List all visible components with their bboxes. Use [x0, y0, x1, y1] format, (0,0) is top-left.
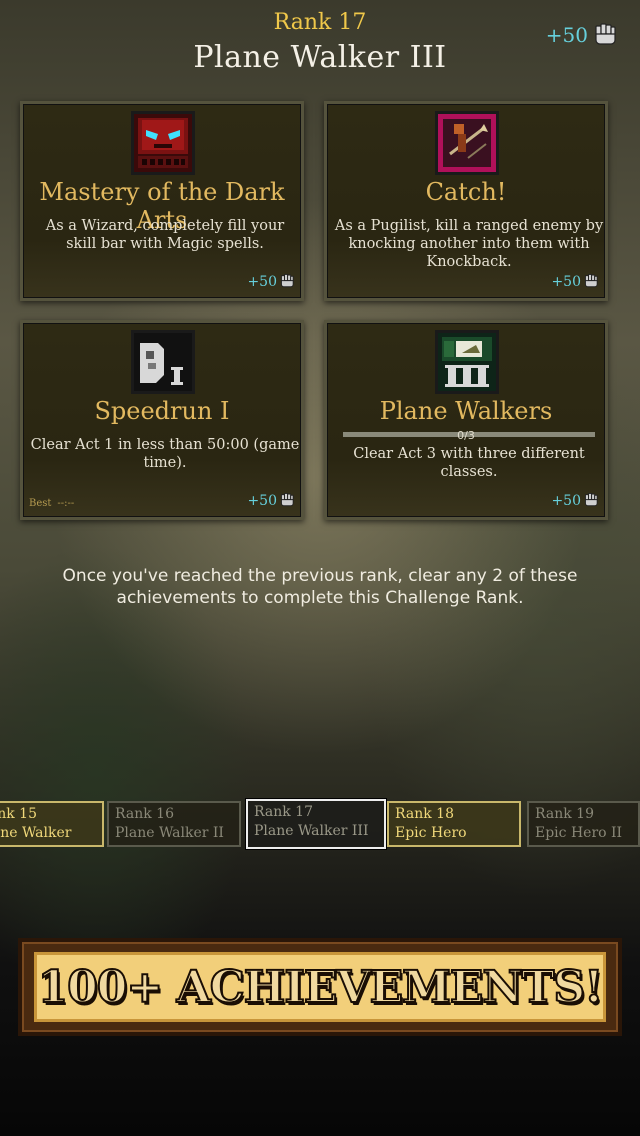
- achievement-reward: +50: [551, 491, 599, 511]
- rank-tile-18[interactable]: Rank 18 Epic Hero: [387, 801, 521, 847]
- best-time-value: --:--: [57, 498, 75, 509]
- best-time: Best --:--: [29, 498, 74, 509]
- rank-tile-number: Rank 19: [535, 806, 594, 822]
- fist-icon: [279, 491, 295, 511]
- achievement-description: Clear Act 1 in less than 50:00 (game tim…: [30, 437, 300, 471]
- fist-icon: [583, 491, 599, 511]
- page-title: Plane Walker III: [193, 40, 447, 75]
- rank-selector: Rank 15 Plane Walker Rank 16 Plane Walke…: [0, 799, 640, 849]
- plane-walker-icon: [435, 330, 499, 394]
- achievement-description: As a Pugilist, kill a ranged enemy by kn…: [334, 218, 604, 270]
- achievement-card[interactable]: Plane Walkers 0/3 Clear Act 3 with three…: [324, 320, 608, 520]
- progress-text: 0/3: [457, 429, 475, 442]
- achievement-reward: +50: [551, 272, 599, 292]
- header-reward-value: +50: [545, 23, 588, 47]
- rank-tile-15[interactable]: Rank 15 Plane Walker: [0, 801, 104, 847]
- arrow-catch-icon: [435, 111, 499, 175]
- rank-tile-number: Rank 18: [395, 806, 454, 822]
- rank-tile-19[interactable]: Rank 19 Epic Hero II: [527, 801, 640, 847]
- rank-tile-16[interactable]: Rank 16 Plane Walker II: [107, 801, 241, 847]
- achievement-reward-value: +50: [551, 274, 581, 290]
- achievement-name: Catch!: [425, 178, 507, 206]
- achievement-name: Speedrun I: [94, 397, 230, 425]
- rank-tile-title: Epic Hero II: [535, 825, 623, 841]
- achievement-reward-value: +50: [551, 493, 581, 509]
- fist-icon: [592, 20, 618, 50]
- achievement-reward-value: +50: [247, 493, 277, 509]
- achievement-card[interactable]: Catch! As a Pugilist, kill a ranged enem…: [324, 101, 608, 301]
- promo-banner-text: 100+ ACHIEVEMENTS!: [37, 961, 605, 1014]
- promo-banner: 100+ ACHIEVEMENTS!: [18, 938, 622, 1036]
- header-reward: +50: [546, 20, 618, 50]
- rank-requirement-text: Once you've reached the previous rank, c…: [62, 566, 578, 608]
- rank-tile-number: Rank 17: [254, 804, 313, 820]
- achievement-reward: +50: [247, 491, 295, 511]
- achievement-reward-value: +50: [247, 274, 277, 290]
- rank-tile-number: Rank 16: [115, 806, 174, 822]
- achievement-name: Plane Walkers: [379, 397, 553, 425]
- achievement-reward: +50: [247, 272, 295, 292]
- achievement-card[interactable]: Speedrun I Clear Act 1 in less than 50:0…: [20, 320, 304, 520]
- achievement-description: Clear Act 3 with three different classes…: [353, 446, 585, 480]
- rank-tile-title: Plane Walker II: [115, 825, 224, 841]
- fist-icon: [279, 272, 295, 292]
- rank-tile-title: Plane Walker: [0, 825, 72, 841]
- rank-tile-title: Plane Walker III: [254, 823, 369, 839]
- achievement-description: As a Wizard, completely fill your skill …: [45, 218, 285, 252]
- best-time-label: Best: [29, 498, 52, 509]
- stopwatch-icon: [131, 330, 195, 394]
- rank-tile-number: Rank 15: [0, 806, 37, 822]
- demon-mask-icon: [131, 111, 195, 175]
- rank-tile-17[interactable]: Rank 17 Plane Walker III: [246, 799, 386, 849]
- fist-icon: [583, 272, 599, 292]
- promo-banner-plate: 100+ ACHIEVEMENTS!: [34, 952, 606, 1022]
- rank-label: Rank 17: [273, 10, 367, 35]
- achievement-card[interactable]: Mastery of the Dark Arts As a Wizard, co…: [20, 101, 304, 301]
- rank-tile-title: Epic Hero: [395, 825, 467, 841]
